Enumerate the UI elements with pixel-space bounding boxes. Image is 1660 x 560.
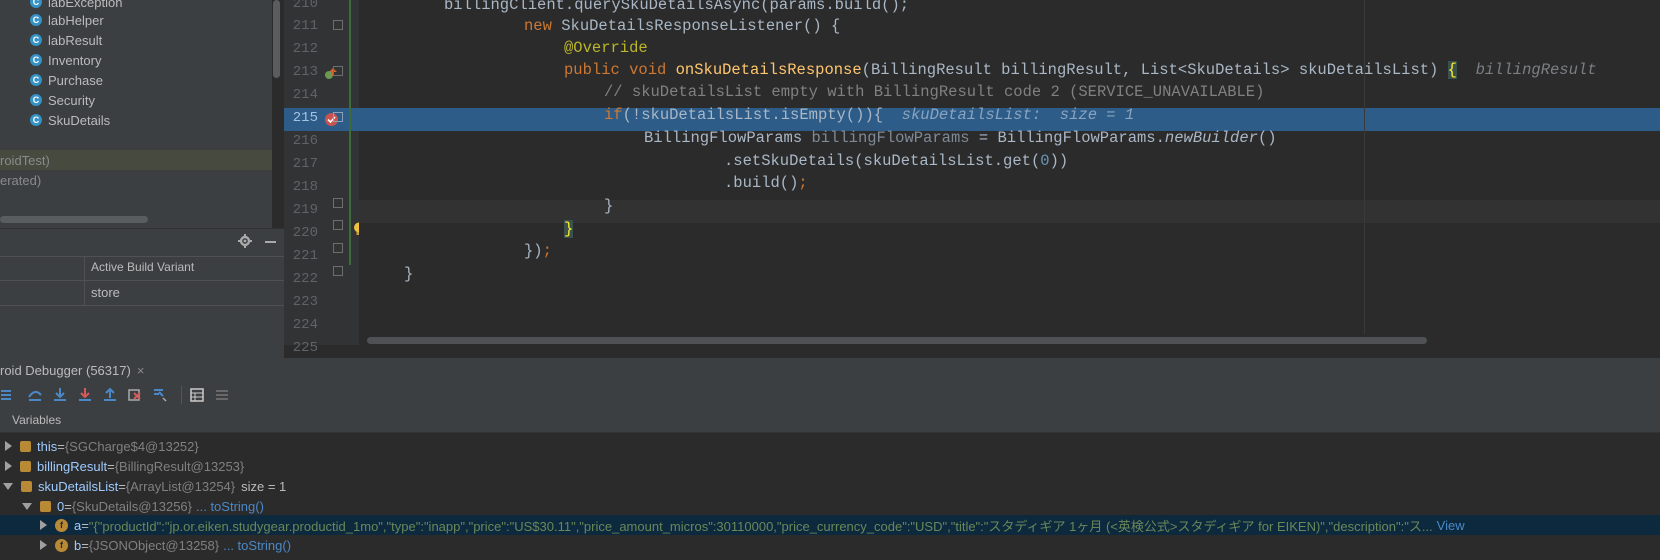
collapse-icon[interactable] [3,482,13,490]
debugger-tab[interactable]: roid Debugger (56317) × [0,358,144,382]
build-variants-panel: Active Build Variant store [0,228,284,359]
tree-class-item[interactable]: ClabHelper [30,10,104,30]
tree-class-item[interactable]: ClabResult [30,30,102,50]
fold-marker[interactable] [333,66,343,76]
code-line-215: if(!skuDetailsList.isEmpty()){ skuDetail… [604,106,1135,124]
code-line-211: new SkuDetailsResponseListener() { [524,17,841,35]
variable-row[interactable]: f b = {JSONObject@13258}... toString() [0,535,1660,555]
field-icon [20,460,31,472]
variable-row[interactable]: this = {SGCharge$4@13252} [0,436,1660,456]
expand-icon[interactable] [40,520,47,530]
class-icon: C [30,0,42,8]
fold-marker[interactable] [333,112,343,122]
right-margin-guide [1364,0,1365,335]
tree-class-item[interactable]: C Purchase [30,70,103,90]
vcs-change-marker [349,0,351,265]
project-panel: ClabException ClabHelper ClabResult C Inv… [0,0,272,228]
minimize-icon[interactable] [265,241,276,243]
field-f-icon: f [55,518,68,532]
code-line-221: }); [524,242,552,260]
field-icon [40,500,51,512]
menu-icon[interactable] [0,388,14,402]
fold-marker[interactable] [333,198,343,208]
variables-label: Variables [12,413,62,427]
class-icon: C [30,54,42,66]
evaluate-expression-icon[interactable] [190,388,204,402]
drop-frame-icon[interactable] [128,388,142,402]
editor-horizontal-scrollbar[interactable] [367,337,1427,344]
variable-row[interactable]: billingResult = {BillingResult@13253} [0,456,1660,476]
code-line-217: .setSkuDetails(skuDetailsList.get(0)) [724,152,1069,170]
close-tab-icon[interactable]: × [137,363,145,378]
gear-icon[interactable] [238,234,252,248]
class-icon: C [30,114,42,126]
variable-row-selected[interactable]: f a = "{"productId":"jp.or.eiken.studyge… [0,515,1660,535]
fold-marker[interactable] [333,220,343,230]
code-line-212: @Override [564,39,648,57]
code-line-222: } [404,265,414,283]
class-icon: C [30,74,42,86]
settings-icon[interactable] [215,388,229,402]
code-editor[interactable]: billingClient.querySkuDetailsAsync(param… [359,0,1660,345]
variables-header: Variables [0,408,1660,433]
tree-class-item[interactable]: C SkuDetails [30,110,110,130]
step-into-icon[interactable] [53,388,67,402]
variable-row[interactable]: 0 = {SkuDetails@13256}... toString() [0,496,1660,516]
view-link[interactable]: View [1437,518,1465,533]
field-f-icon: f [55,538,68,552]
tree-group-androidtest[interactable]: roidTest) [0,150,272,170]
class-icon: C [30,34,42,46]
debugger-toolbar [0,382,1660,409]
column-header-active-build-variant[interactable]: Active Build Variant [91,260,194,274]
field-icon [21,480,32,492]
debugger-tab-bar: roid Debugger (56317) × [0,358,1660,383]
expand-icon[interactable] [40,540,47,550]
collapse-icon[interactable] [22,502,32,510]
code-line-216: BillingFlowParams billingFlowParams = Bi… [644,129,1277,147]
horizontal-scrollbar[interactable] [0,216,148,223]
fold-marker[interactable] [333,243,343,253]
line-numbers: 210 211 212 213 214 215 216 217 218 219 … [284,0,364,356]
code-line-219: } [604,197,614,215]
fold-marker[interactable] [333,266,343,276]
build-variant-value[interactable]: store [91,285,120,300]
code-line-218: .build(); [724,174,808,192]
field-icon [20,440,31,452]
caret-row [359,200,1660,223]
variable-row[interactable]: skuDetailsList = {ArrayList@13254} size =… [0,476,1660,496]
expand-icon[interactable] [5,461,12,471]
run-to-cursor-icon[interactable] [153,388,167,402]
step-out-icon[interactable] [103,388,117,402]
class-icon: C [30,14,42,26]
tree-class-item[interactable]: C Inventory [30,50,101,70]
code-line-214: // skuDetailsList empty with BillingResu… [604,83,1265,101]
vertical-scrollbar[interactable] [273,0,280,78]
code-line-213: public void onSkuDetailsResponse(Billing… [564,61,1597,79]
force-step-into-icon[interactable] [78,388,92,402]
class-icon: C [30,94,42,106]
step-over-icon[interactable] [28,388,42,402]
tree-class-item[interactable]: C Security [30,90,95,110]
fold-marker[interactable] [333,20,343,30]
tree-group-generated[interactable]: erated) [0,170,272,190]
code-line-220: } [564,220,574,238]
expand-icon[interactable] [5,441,12,451]
